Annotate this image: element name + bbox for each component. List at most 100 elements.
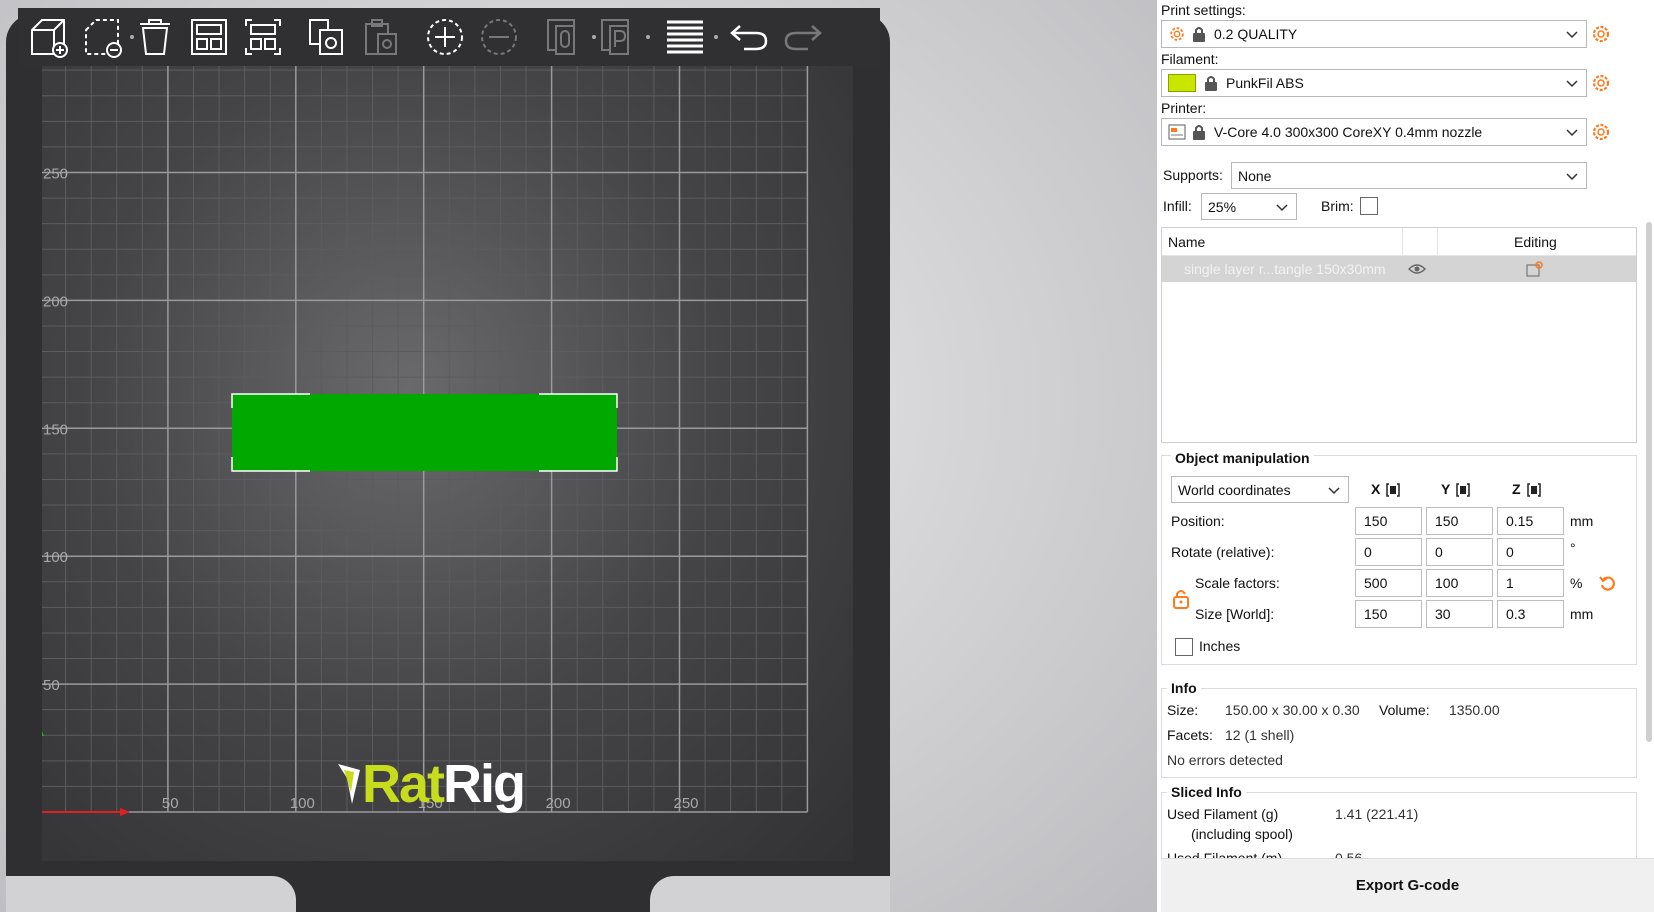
object-manipulation-title: Object manipulation (1171, 450, 1314, 466)
split-parts-button[interactable] (596, 14, 642, 60)
add-button[interactable] (26, 14, 72, 60)
column-divider (1402, 228, 1403, 256)
chevron-down-icon (1566, 31, 1578, 39)
chevron-down-icon (1328, 487, 1340, 495)
printer-label: Printer: (1161, 100, 1207, 116)
chevron-down-icon (1276, 204, 1288, 212)
delete-all-button[interactable] (132, 14, 178, 60)
rotate-unit: ° (1570, 540, 1576, 556)
size-z-input[interactable]: 0.3 (1497, 600, 1564, 628)
filament-edit-gear-icon[interactable] (1591, 73, 1611, 93)
toolbar-separator (646, 35, 650, 39)
undo-icon (730, 25, 768, 51)
drop-to-bed-z-icon[interactable] (1526, 482, 1542, 498)
arrange-selection-button[interactable] (240, 14, 286, 60)
infill-label: Infill: (1163, 198, 1192, 214)
x-tick-label: 50 (162, 795, 179, 812)
print-settings-value: 0.2 QUALITY (1214, 26, 1298, 42)
split-objects-button[interactable] (542, 14, 588, 60)
split-objects-icon (547, 19, 575, 55)
reset-scale-icon[interactable] (1599, 574, 1617, 592)
remove-instance-button[interactable] (476, 14, 522, 60)
print-settings-dropdown[interactable]: 0.2 QUALITY (1161, 20, 1587, 48)
used-filament-g-sublabel: (including spool) (1191, 826, 1293, 842)
scale-x-input[interactable]: 500 (1355, 569, 1422, 597)
supports-dropdown[interactable]: None (1231, 162, 1587, 189)
layer-editing-button[interactable] (662, 14, 708, 60)
add-instance-button[interactable] (422, 14, 468, 60)
undo-button[interactable] (726, 14, 772, 60)
arrange-button[interactable] (186, 14, 232, 60)
ratrig-logo: RatRig (338, 754, 526, 814)
copy-button[interactable] (304, 14, 350, 60)
y-tick-label: 250 (43, 166, 68, 183)
info-volume-label: Volume: (1379, 702, 1430, 718)
y-axis-arrow (42, 731, 44, 736)
object-name: single layer r...tangle 150x30mm (1184, 261, 1386, 277)
info-errors-status: No errors detected (1167, 752, 1283, 768)
inches-checkbox[interactable] (1175, 638, 1193, 656)
size-y-input[interactable]: 30 (1426, 600, 1493, 628)
filament-color-swatch (1168, 74, 1196, 92)
column-editing-header[interactable]: Editing (1514, 234, 1557, 250)
edit-settings-icon[interactable] (1526, 261, 1544, 277)
filament-label: Filament: (1161, 51, 1219, 67)
size-unit: mm (1570, 606, 1594, 622)
chevron-down-icon (1566, 129, 1578, 137)
scale-y-input[interactable]: 100 (1426, 569, 1493, 597)
sidebar-scrollbar[interactable] (1646, 222, 1652, 742)
rotate-x-input[interactable]: 0 (1355, 538, 1422, 566)
print-settings-label: Print settings: (1161, 2, 1246, 18)
brim-checkbox[interactable] (1360, 197, 1378, 215)
info-size-value: 150.00 x 30.00 x 0.30 (1225, 702, 1360, 718)
layer-editing-icon (667, 20, 703, 54)
print-settings-edit-gear-icon[interactable] (1591, 24, 1611, 44)
redo-button[interactable] (780, 14, 826, 60)
size-x-input[interactable]: 150 (1355, 600, 1422, 628)
position-x-input[interactable]: 150 (1355, 507, 1422, 535)
supports-label: Supports: (1163, 167, 1223, 183)
info-volume-value: 1350.00 (1449, 702, 1500, 718)
rotate-z-input[interactable]: 0 (1497, 538, 1564, 566)
position-y-input[interactable]: 150 (1426, 507, 1493, 535)
used-filament-g-label: Used Filament (g) (1167, 806, 1279, 822)
object-list-header: Name Editing (1162, 228, 1636, 256)
drop-to-bed-x-icon[interactable] (1385, 482, 1401, 498)
printer-dropdown[interactable]: V-Core 4.0 300x300 CoreXY 0.4mm nozzle (1161, 118, 1587, 146)
paste-button[interactable] (358, 14, 404, 60)
supports-value: None (1238, 167, 1272, 184)
copy-icon (309, 19, 343, 55)
uniform-scale-lock-icon[interactable] (1173, 589, 1189, 609)
bed-notch-right (650, 876, 890, 912)
info-title: Info (1167, 680, 1201, 696)
column-name-header[interactable]: Name (1168, 234, 1205, 250)
object-list[interactable]: Name Editing single layer r...tangle 150… (1161, 227, 1637, 443)
filament-dropdown[interactable]: PunkFil ABS (1161, 69, 1587, 97)
infill-value: 25% (1208, 198, 1237, 215)
eye-icon[interactable] (1408, 262, 1426, 276)
filament-value: PunkFil ABS (1226, 75, 1304, 91)
rotate-y-input[interactable]: 0 (1426, 538, 1493, 566)
printer-edit-gear-icon[interactable] (1591, 122, 1611, 142)
object-list-row[interactable]: single layer r...tangle 150x30mm (1162, 256, 1636, 282)
axis-x-label: X (1371, 481, 1381, 497)
bed-notch-left (6, 876, 296, 912)
bed-object-rectangle[interactable] (232, 394, 617, 471)
print-bed-surface[interactable]: 50 100 150 200 250 250 200 150 100 50 (42, 52, 853, 861)
trash-icon (140, 19, 170, 55)
used-filament-g-value: 1.41 (221.41) (1335, 806, 1419, 822)
infill-dropdown[interactable]: 25% (1201, 193, 1297, 220)
export-gcode-button[interactable]: Export G-code (1161, 858, 1654, 912)
scale-z-input[interactable]: 1 (1497, 569, 1564, 597)
coordinate-system-dropdown[interactable]: World coordinates (1171, 476, 1349, 503)
info-facets-value: 12 (1 shell) (1225, 727, 1295, 743)
3d-viewport[interactable]: 50 100 150 200 250 250 200 150 100 50 RatRig (0, 0, 1157, 912)
redo-icon (784, 25, 822, 51)
arrange-icon (191, 19, 227, 55)
info-facets-label: Facets: (1167, 727, 1213, 743)
drop-to-bed-y-icon[interactable] (1455, 482, 1471, 498)
delete-button[interactable] (80, 14, 126, 60)
info-size-label: Size: (1167, 702, 1199, 718)
position-z-input[interactable]: 0.15 (1497, 507, 1564, 535)
x-axis-arrow (120, 808, 130, 816)
